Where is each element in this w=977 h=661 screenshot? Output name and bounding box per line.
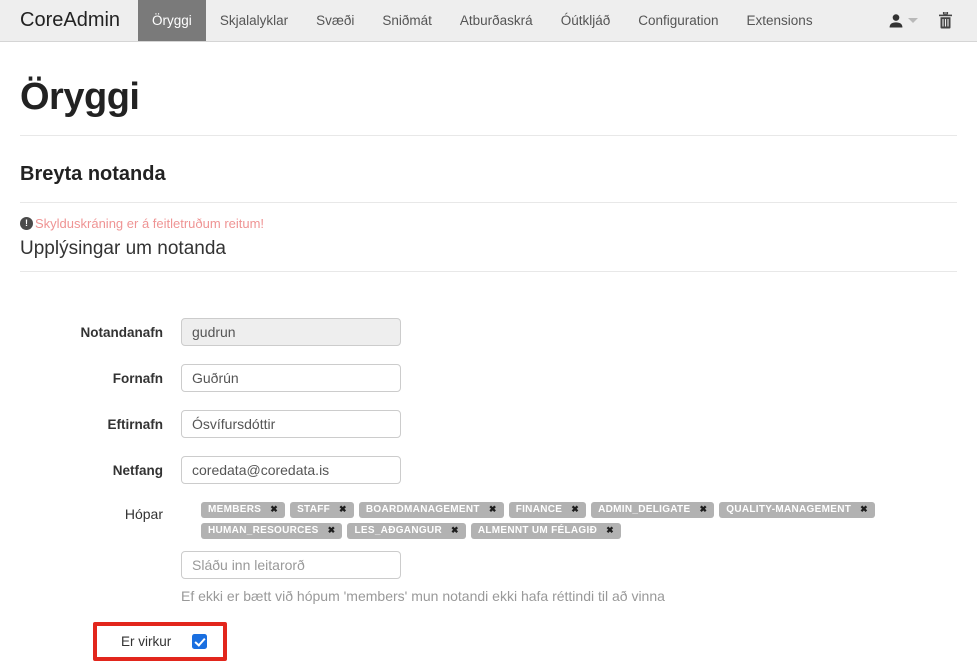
email-label: Netfang: [20, 463, 163, 478]
tab-atburdaskra[interactable]: Atburðaskrá: [446, 0, 547, 41]
group-tag-label: FINANCE: [516, 504, 563, 515]
active-checkbox[interactable]: [192, 634, 207, 649]
groups-help-text: Ef ekki er bætt við hópum 'members' mun …: [181, 588, 937, 604]
tab-svaedi[interactable]: Svæði: [302, 0, 368, 41]
groups-control: MEMBERS STAFF BOARDMANAGEMENT FINANCE AD…: [181, 502, 937, 604]
caret-down-icon: [908, 18, 918, 23]
user-menu[interactable]: [888, 13, 918, 29]
trash-icon: [938, 12, 953, 29]
fieldset-legend: Upplýsingar um notanda: [20, 238, 957, 272]
group-tag: HUMAN_RESOURCES: [201, 523, 342, 539]
username-field[interactable]: [181, 318, 401, 346]
form-row-groups: Hópar MEMBERS STAFF BOARDMANAGEMENT FINA…: [20, 502, 957, 604]
active-label: Er virkur: [121, 634, 171, 649]
form-row-email: Netfang: [20, 456, 957, 484]
divider: [20, 135, 957, 136]
page-title: Öryggi: [20, 76, 957, 119]
remove-tag-icon[interactable]: [699, 505, 707, 514]
group-tag-label: QUALITY-MANAGEMENT: [726, 504, 851, 515]
edit-user-form: Notandanafn Fornafn Eftirnafn Netfang Hó…: [20, 318, 957, 661]
navbar: CoreAdmin Öryggi Skjalalyklar Svæði Snið…: [0, 0, 977, 42]
user-icon: [888, 13, 904, 29]
group-tag-label: HUMAN_RESOURCES: [208, 525, 319, 536]
highlight-box: Er virkur: [93, 622, 227, 661]
groups-label: Hópar: [20, 502, 163, 522]
tab-oryggi[interactable]: Öryggi: [138, 0, 206, 41]
group-tag-label: ALMENNT UM FÉLAGIÐ: [478, 525, 597, 536]
form-row-firstname: Fornafn: [20, 364, 957, 392]
remove-tag-icon[interactable]: [489, 505, 497, 514]
group-tag: BOARDMANAGEMENT: [359, 502, 504, 518]
section-title: Breyta notanda: [20, 163, 957, 186]
group-search-input[interactable]: [181, 551, 401, 579]
lastname-label: Eftirnafn: [20, 417, 163, 432]
group-tag: LES_AÐGANGUR: [347, 523, 465, 539]
tab-skjalalyklar[interactable]: Skjalalyklar: [206, 0, 302, 41]
required-note-text: Skylduskráning er á feitletruðum reitum!: [35, 216, 264, 231]
form-row-username: Notandanafn: [20, 318, 957, 346]
group-tag-list: MEMBERS STAFF BOARDMANAGEMENT FINANCE AD…: [181, 502, 937, 544]
nav-tabs: Öryggi Skjalalyklar Svæði Sniðmát Atburð…: [138, 0, 827, 41]
form-row-active: Er virkur: [93, 622, 957, 661]
username-label: Notandanafn: [20, 325, 163, 340]
brand: CoreAdmin: [0, 0, 120, 41]
group-tag-label: ADMIN_DELIGATE: [598, 504, 690, 515]
exclamation-circle-icon: [20, 217, 33, 230]
remove-tag-icon[interactable]: [451, 526, 459, 535]
group-tag: QUALITY-MANAGEMENT: [719, 502, 875, 518]
tab-outkljad[interactable]: Óútkljáð: [547, 0, 625, 41]
firstname-field[interactable]: [181, 364, 401, 392]
trash-button[interactable]: [938, 12, 953, 29]
group-tag-label: STAFF: [297, 504, 330, 515]
remove-tag-icon[interactable]: [606, 526, 614, 535]
group-tag: FINANCE: [509, 502, 586, 518]
group-tag: STAFF: [290, 502, 354, 518]
email-field[interactable]: [181, 456, 401, 484]
remove-tag-icon[interactable]: [571, 505, 579, 514]
group-tag-label: LES_AÐGANGUR: [354, 525, 442, 536]
navbar-right: [888, 0, 977, 41]
remove-tag-icon[interactable]: [270, 505, 278, 514]
lastname-field[interactable]: [181, 410, 401, 438]
required-note: Skylduskráning er á feitletruðum reitum!: [20, 216, 957, 231]
group-tag: ALMENNT UM FÉLAGIÐ: [471, 523, 621, 539]
firstname-label: Fornafn: [20, 371, 163, 386]
tab-snidmat[interactable]: Sniðmát: [368, 0, 446, 41]
group-tag-label: BOARDMANAGEMENT: [366, 504, 480, 515]
group-tag: ADMIN_DELIGATE: [591, 502, 714, 518]
main-content: Öryggi Breyta notanda Skylduskráning er …: [0, 76, 977, 661]
divider: [20, 202, 957, 203]
form-row-lastname: Eftirnafn: [20, 410, 957, 438]
tab-configuration[interactable]: Configuration: [624, 0, 732, 41]
tab-extensions[interactable]: Extensions: [733, 0, 827, 41]
group-tag: MEMBERS: [201, 502, 285, 518]
group-tag-label: MEMBERS: [208, 504, 261, 515]
remove-tag-icon[interactable]: [328, 526, 336, 535]
remove-tag-icon[interactable]: [339, 505, 347, 514]
remove-tag-icon[interactable]: [860, 505, 868, 514]
